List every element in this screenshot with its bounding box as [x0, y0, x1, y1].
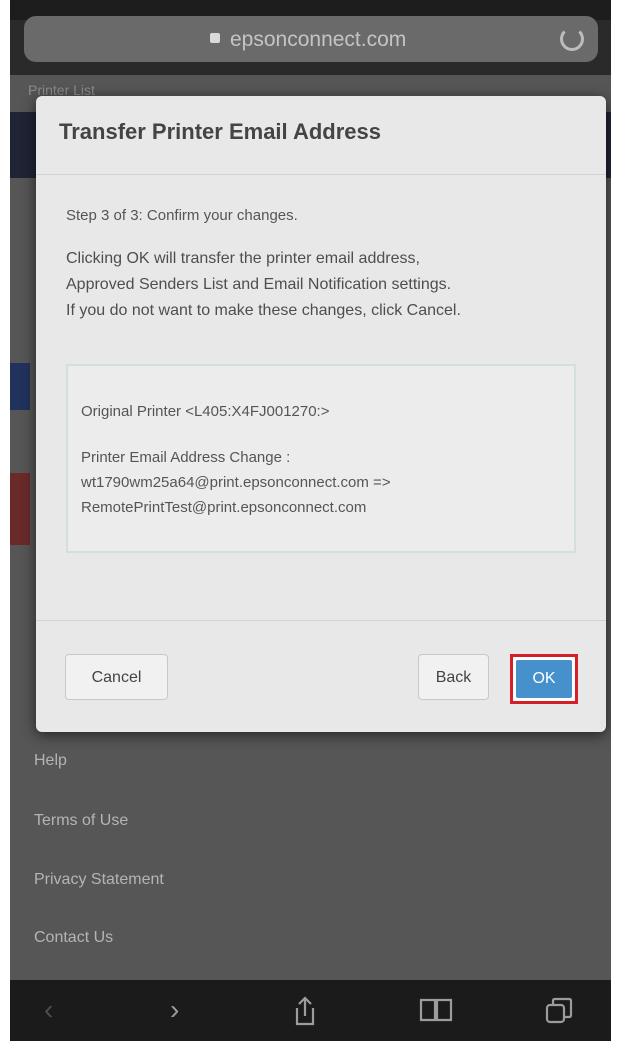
address-bar[interactable]: epsonconnect.com	[24, 16, 598, 62]
cancel-button[interactable]: Cancel	[65, 654, 168, 700]
description-line: Approved Senders List and Email Notifica…	[66, 276, 452, 293]
forward-arrow-icon[interactable]: ›	[170, 996, 179, 1024]
old-email: wt1790wm25a64@print.epsonconnect.com =>	[81, 474, 391, 491]
tabs-icon[interactable]	[544, 996, 574, 1031]
ok-highlight-frame: OK	[510, 654, 578, 704]
privacy-statement-link[interactable]: Privacy Statement	[34, 871, 164, 889]
share-icon[interactable]	[293, 996, 317, 1031]
step-indicator: Step 3 of 3: Confirm your changes.	[66, 207, 298, 224]
dialog-header: Transfer Printer Email Address	[36, 96, 606, 175]
contact-us-link[interactable]: Contact Us	[34, 929, 113, 947]
description-line: Clicking OK will transfer the printer em…	[66, 250, 420, 267]
dialog-title: Transfer Printer Email Address	[59, 119, 381, 144]
email-change-details: Printer Email Address Change : wt1790wm2…	[81, 445, 391, 520]
new-email: RemotePrintTest@print.epsonconnect.com	[81, 499, 367, 516]
url-text: epsonconnect.com	[230, 28, 407, 51]
dialog-description: Clicking OK will transfer the printer em…	[66, 246, 586, 324]
ok-button[interactable]: OK	[516, 660, 572, 698]
back-button[interactable]: Back	[418, 654, 489, 700]
background-blue-block	[10, 363, 30, 410]
terms-of-use-link[interactable]: Terms of Use	[34, 812, 128, 830]
phone-screen: epsonconnect.com Printer List Help Terms…	[10, 0, 611, 1041]
transfer-email-dialog: Transfer Printer Email Address Step 3 of…	[36, 96, 606, 732]
back-arrow-icon[interactable]: ‹	[44, 996, 53, 1024]
background-red-block	[10, 473, 30, 545]
description-line: If you do not want to make these changes…	[66, 302, 461, 319]
browser-toolbar: ‹ ›	[10, 980, 611, 1041]
footer-divider	[36, 620, 606, 621]
original-printer: Original Printer <L405:X4FJ001270:>	[81, 403, 330, 420]
help-link[interactable]: Help	[34, 752, 67, 770]
reload-icon[interactable]	[560, 27, 584, 51]
change-summary-box: Original Printer <L405:X4FJ001270:> Prin…	[66, 364, 576, 553]
browser-top-bar: epsonconnect.com	[10, 0, 611, 75]
lock-icon	[210, 33, 220, 43]
bookmarks-icon[interactable]	[419, 996, 453, 1029]
email-change-label: Printer Email Address Change :	[81, 449, 291, 466]
